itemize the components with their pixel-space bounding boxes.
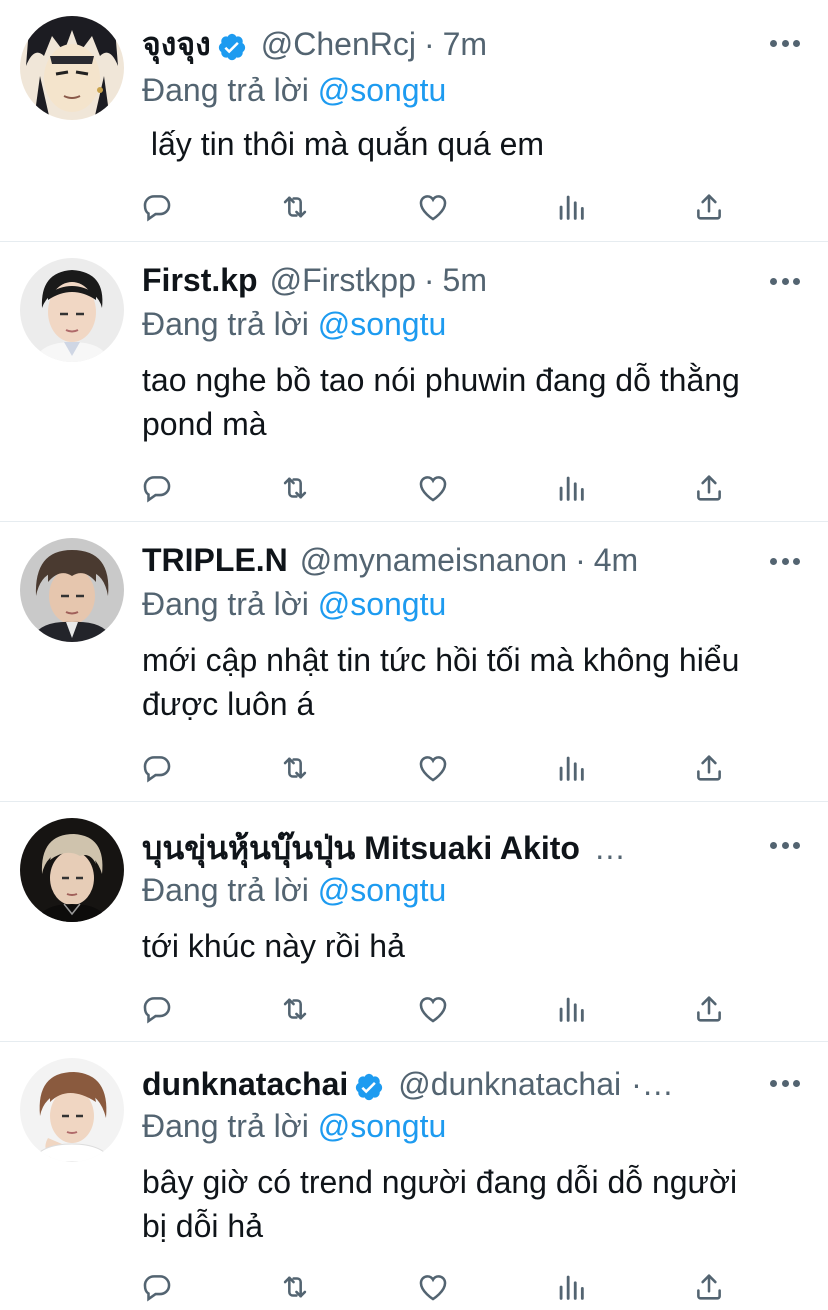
analytics-icon[interactable] (554, 751, 590, 785)
mention-link[interactable]: @songtu (318, 1108, 447, 1144)
action-bar (140, 190, 730, 224)
reply-tweet[interactable]: First.kp @Firstkpp · 5m Đang trả lời @so… (0, 242, 828, 522)
timestamp[interactable]: 7m (443, 22, 487, 66)
like-icon[interactable] (416, 992, 452, 1026)
retweet-icon[interactable] (278, 992, 314, 1026)
user-handle[interactable]: @mynameisnanon (300, 538, 567, 582)
avatar[interactable] (20, 16, 124, 120)
timestamp[interactable]: 5m (443, 258, 487, 302)
analytics-icon[interactable] (554, 992, 590, 1026)
verified-badge-icon (354, 1069, 384, 1101)
action-bar (140, 751, 730, 785)
reply-icon[interactable] (140, 1270, 176, 1304)
replying-to-label: Đang trả lời (142, 872, 309, 908)
tweet-header: dunknatachai @dunknatachai ·… (142, 1062, 738, 1106)
verified-badge-icon (217, 29, 247, 61)
tweet-header: First.kp @Firstkpp · 5m (142, 258, 738, 302)
replying-to-label: Đang trả lời (142, 72, 309, 108)
reply-tweet[interactable]: dunknatachai @dunknatachai ·… Đang trả l… (0, 1042, 828, 1310)
mention-link[interactable]: @songtu (318, 72, 447, 108)
avatar[interactable] (20, 1058, 124, 1162)
replying-to: Đang trả lời @songtu (142, 582, 446, 626)
analytics-icon[interactable] (554, 1270, 590, 1304)
avatar[interactable] (20, 818, 124, 922)
mention-link[interactable]: @songtu (318, 586, 447, 622)
separator: ·… (631, 1066, 674, 1102)
share-icon[interactable] (692, 751, 728, 785)
avatar[interactable] (20, 538, 124, 642)
replying-to: Đang trả lời @songtu (142, 68, 446, 112)
tweet-header: จุงจุง @ChenRcj · 7m (142, 22, 738, 66)
reply-tweet[interactable]: บุนขุ่นหุ้นบุ๊นปุ่น Mitsuaki Akito … Đan… (0, 802, 828, 1042)
replying-to: Đang trả lời @songtu (142, 868, 446, 912)
user-handle[interactable]: @ChenRcj (261, 22, 416, 66)
tweet-text: bây giờ có trend người đang dỗi dỗ người… (142, 1164, 738, 1244)
action-bar (140, 1270, 730, 1304)
tweet-header: บุนขุ่นหุ้นบุ๊นปุ่น Mitsuaki Akito … (142, 826, 678, 870)
replying-to-label: Đang trả lời (142, 586, 309, 622)
analytics-icon[interactable] (554, 190, 590, 224)
share-icon[interactable] (692, 992, 728, 1026)
user-handle[interactable]: … (594, 826, 626, 870)
display-name[interactable]: บุนขุ่นหุ้นบุ๊นปุ่น Mitsuaki Akito (142, 826, 580, 870)
more-icon[interactable] (770, 1078, 800, 1088)
analytics-icon[interactable] (554, 471, 590, 505)
more-icon[interactable] (770, 38, 800, 48)
tweet-text: tới khúc này rồi hả (142, 928, 405, 964)
mention-link[interactable]: @songtu (318, 872, 447, 908)
mention-link[interactable]: @songtu (318, 306, 447, 342)
reply-icon[interactable] (140, 471, 176, 505)
like-icon[interactable] (416, 190, 452, 224)
action-bar (140, 992, 730, 1026)
tweet-text: mới cập nhật tin tức hồi tối mà không hi… (142, 642, 740, 722)
tweet-header: TRIPLE.N @mynameisnanon · 4m (142, 538, 738, 582)
separator: · (423, 26, 435, 62)
user-handle[interactable]: @Firstkpp (270, 258, 416, 302)
replying-to: Đang trả lời @songtu (142, 1104, 446, 1148)
timestamp[interactable]: 4m (594, 538, 638, 582)
like-icon[interactable] (416, 751, 452, 785)
action-bar (140, 471, 730, 505)
avatar[interactable] (20, 258, 124, 362)
display-name[interactable]: TRIPLE.N (142, 538, 288, 582)
separator: · (423, 262, 435, 298)
replying-to-label: Đang trả lời (142, 306, 309, 342)
more-icon[interactable] (770, 840, 800, 850)
separator: · (575, 542, 586, 578)
retweet-icon[interactable] (278, 1270, 314, 1304)
more-icon[interactable] (770, 276, 800, 286)
replying-to: Đang trả lời @songtu (142, 302, 446, 346)
tweet-text: tao nghe bồ tao nói phuwin đang dỗ thằng… (142, 362, 740, 442)
share-icon[interactable] (692, 471, 728, 505)
retweet-icon[interactable] (278, 751, 314, 785)
reply-icon[interactable] (140, 751, 176, 785)
display-name[interactable]: dunknatachai (142, 1062, 348, 1106)
share-icon[interactable] (692, 190, 728, 224)
display-name[interactable]: จุงจุง (142, 22, 211, 66)
more-icon[interactable] (770, 556, 800, 566)
tweet-text: lấy tin thôi mà quắn quá em (142, 126, 545, 162)
display-name[interactable]: First.kp (142, 258, 258, 302)
replying-to-label: Đang trả lời (142, 1108, 309, 1144)
user-handle[interactable]: @dunknatachai (398, 1062, 621, 1106)
like-icon[interactable] (416, 471, 452, 505)
retweet-icon[interactable] (278, 190, 314, 224)
retweet-icon[interactable] (278, 471, 314, 505)
like-icon[interactable] (416, 1270, 452, 1304)
share-icon[interactable] (692, 1270, 728, 1304)
reply-icon[interactable] (140, 992, 176, 1026)
reply-icon[interactable] (140, 190, 176, 224)
reply-tweet[interactable]: จุงจุง @ChenRcj · 7m Đang trả lời @songt… (0, 0, 828, 242)
reply-tweet[interactable]: TRIPLE.N @mynameisnanon · 4m Đang trả lờ… (0, 522, 828, 802)
